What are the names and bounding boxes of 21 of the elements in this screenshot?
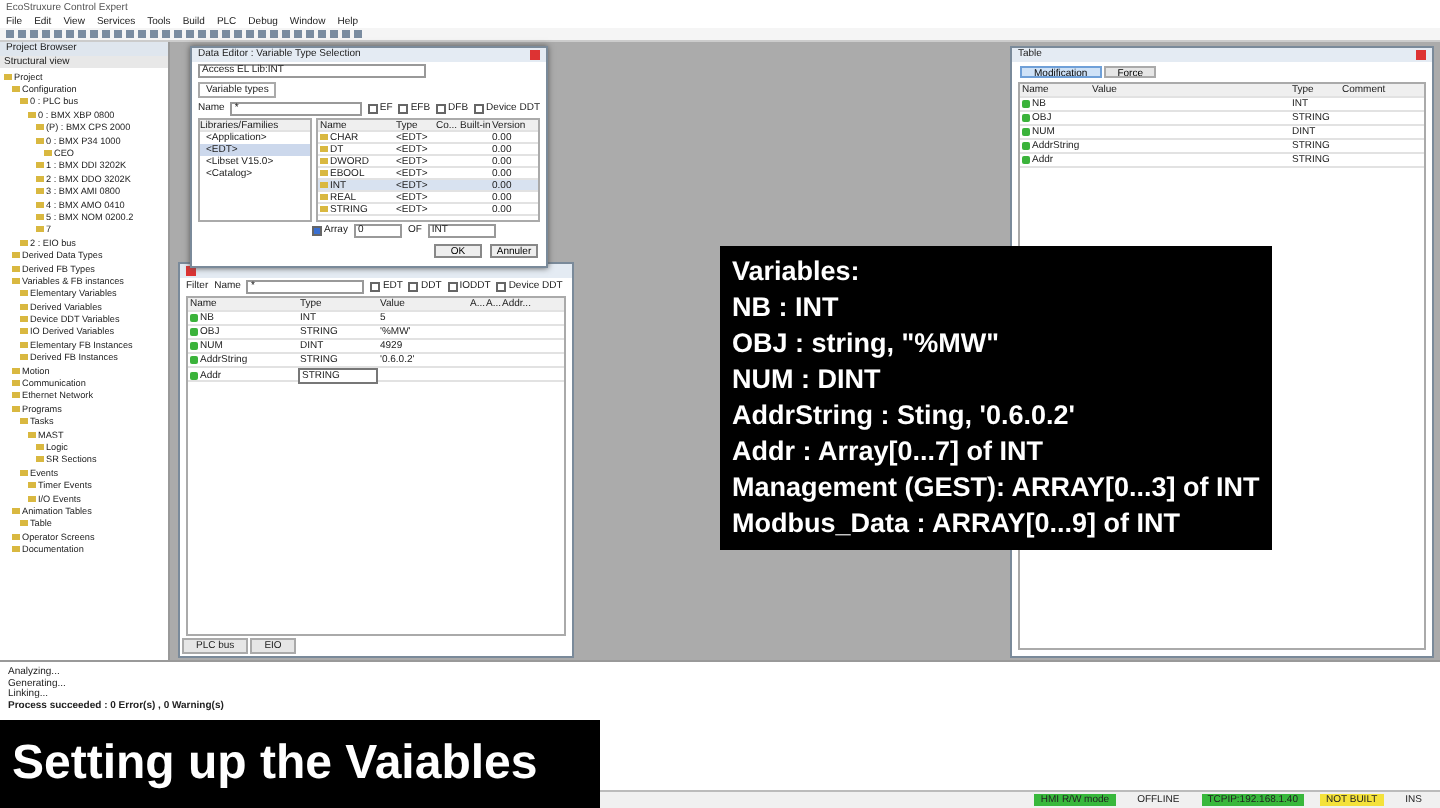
- checkbox[interactable]: [367, 103, 378, 114]
- note-text: Management (GEST): ARRAY[0...3] of INT: [732, 470, 1260, 506]
- checkbox[interactable]: [312, 225, 322, 236]
- note-text: NB : INT: [732, 290, 841, 326]
- close-icon[interactable]: [530, 49, 540, 60]
- checkbox[interactable]: [408, 281, 419, 292]
- note-text: Addr : Array[0...7] of INT: [732, 434, 1046, 470]
- checkbox[interactable]: [398, 103, 409, 114]
- checkbox[interactable]: [447, 281, 458, 292]
- note-text: OBJ : string, "%MW": [732, 326, 1002, 362]
- note-text: Variables:: [732, 254, 862, 290]
- checkbox[interactable]: [370, 281, 381, 292]
- close-icon[interactable]: [1416, 49, 1426, 60]
- note-text: AddrString : Sting, '0.6.0.2': [732, 398, 1077, 434]
- checkbox[interactable]: [436, 103, 447, 114]
- caption-text: Setting up the Vaiables: [0, 720, 600, 808]
- note-text: Modbus_Data : ARRAY[0...9] of INT: [732, 506, 1183, 542]
- close-icon[interactable]: [186, 265, 196, 276]
- checkbox[interactable]: [474, 103, 485, 114]
- checkbox[interactable]: [496, 281, 507, 292]
- note-text: NUM : DINT: [732, 362, 883, 398]
